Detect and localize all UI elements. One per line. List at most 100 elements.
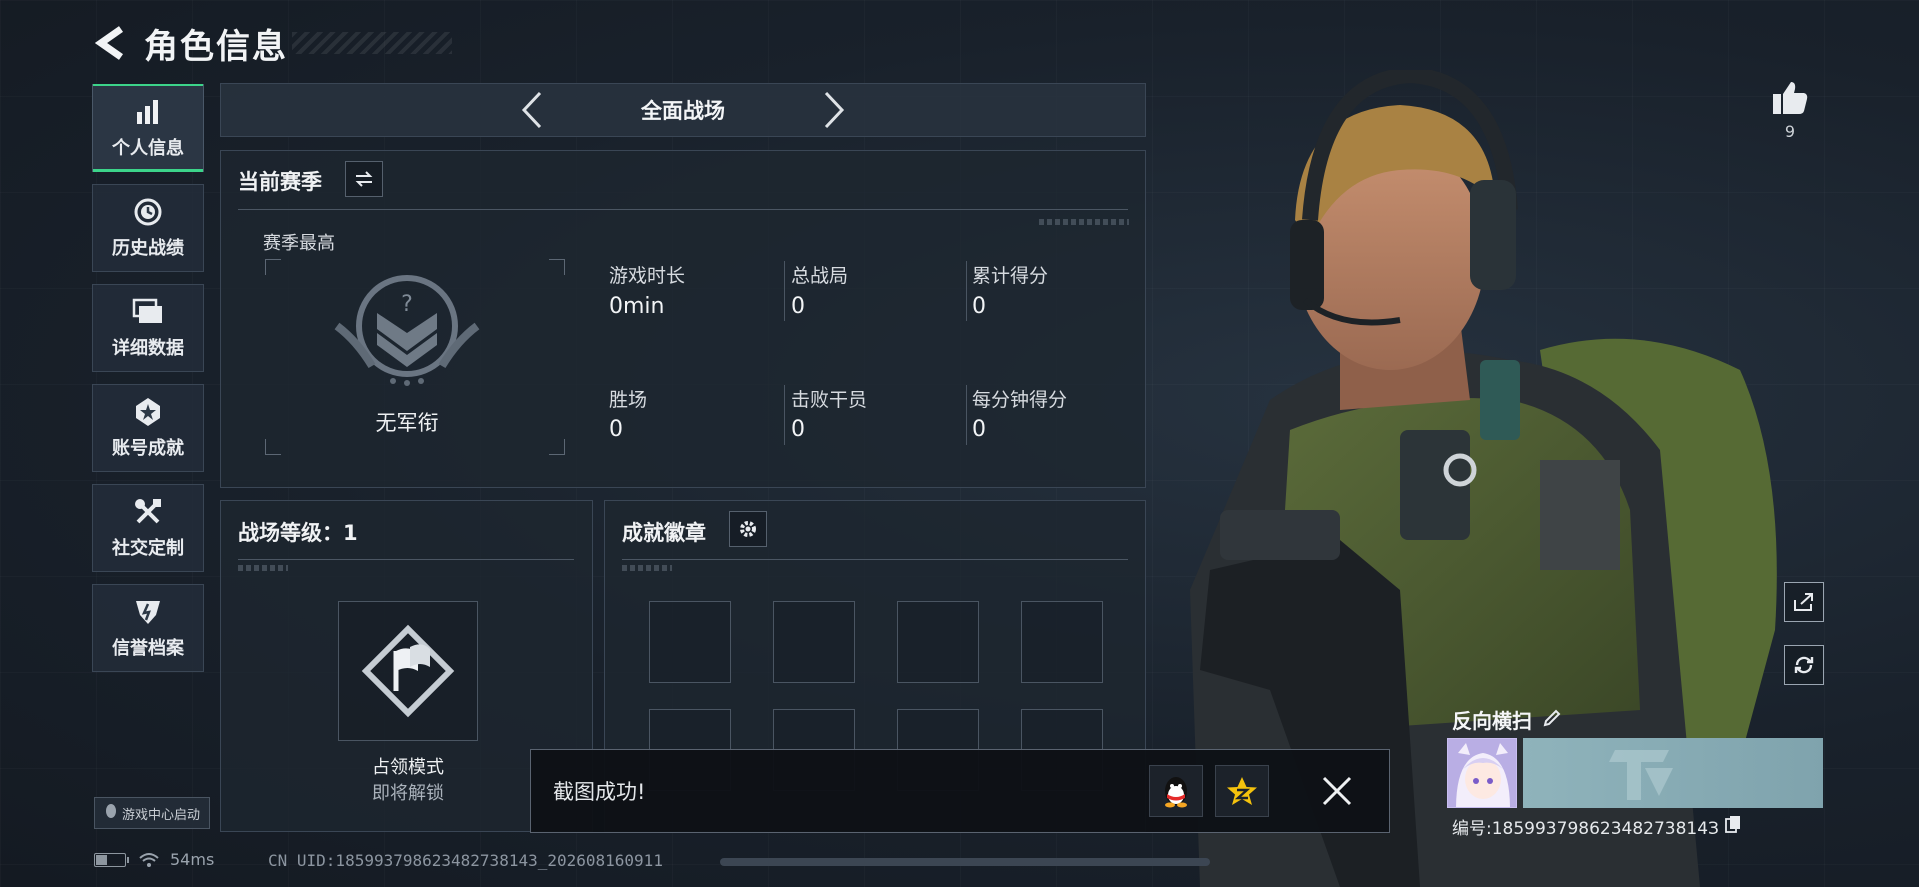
badge-slot[interactable]: [1021, 601, 1103, 683]
stat-separator: [966, 385, 967, 445]
stat-label: 击败干员: [791, 389, 868, 411]
clock-icon: [133, 196, 163, 228]
close-icon: [1322, 776, 1352, 806]
nav-item-social[interactable]: 社交定制: [92, 484, 204, 572]
qzone-star-icon: [1227, 777, 1257, 805]
refresh-button[interactable]: [1784, 645, 1824, 685]
page-title: 角色信息: [144, 26, 288, 67]
player-name-row: 反向横扫: [1452, 705, 1562, 734]
shield-icon: [133, 596, 163, 628]
player-id: 编号:18599379862348273814З: [1452, 819, 1719, 839]
player-name: 反向横扫: [1452, 709, 1532, 733]
share-qq-button[interactable]: [1149, 765, 1203, 817]
share-qzone-button[interactable]: [1215, 765, 1269, 817]
session-uid: CN UID:18599379862348273814З_20260816091…: [268, 851, 663, 870]
share-button[interactable]: [1784, 582, 1824, 622]
tick-decoration: [622, 565, 672, 571]
refresh-icon: [1794, 656, 1814, 674]
badge-slot[interactable]: [773, 601, 855, 683]
chevron-right-icon: [824, 91, 845, 129]
bar-chart-icon: [134, 96, 162, 128]
stat-separator: [784, 261, 785, 321]
badge-settings-button[interactable]: [729, 511, 767, 547]
mode-emblem-name: 占领模式: [372, 757, 444, 778]
tick-decoration: [238, 565, 288, 571]
nav-item-personal-info[interactable]: 个人信息: [92, 84, 204, 172]
page-header: 角色信息: [92, 18, 452, 68]
mode-emblem: [338, 601, 478, 741]
stat-value: 0: [609, 417, 623, 442]
nav-label: 社交定制: [112, 538, 184, 559]
copy-icon: [1725, 816, 1740, 833]
avatar[interactable]: [1447, 738, 1517, 808]
battlefield-level-title: 战场等级：1: [238, 521, 358, 545]
back-button[interactable]: [92, 21, 130, 65]
swap-icon: [355, 171, 373, 187]
ping-value: 54ms: [170, 850, 215, 869]
chevron-left-icon: [521, 91, 542, 129]
stat-value: 0: [791, 417, 805, 442]
qq-penguin-icon: [104, 803, 118, 823]
divider: [238, 559, 574, 560]
edit-name-button[interactable]: [1542, 708, 1562, 732]
mode-emblem-status: 即将解锁: [372, 783, 444, 804]
nav-item-achievements[interactable]: 账号成就: [92, 384, 204, 472]
stat-label: 每分钟得分: [972, 389, 1068, 411]
season-switch-button[interactable]: [345, 161, 383, 197]
close-toast-button[interactable]: [1307, 761, 1367, 821]
next-mode-button[interactable]: [819, 90, 849, 130]
nav-item-detailed-data[interactable]: 详细数据: [92, 284, 204, 372]
stat-label: 胜场: [609, 389, 648, 411]
stat-value: 0: [972, 294, 986, 319]
back-arrow-icon: [95, 26, 124, 60]
stat-separator: [966, 261, 967, 321]
status-bar: 54ms: [94, 850, 214, 869]
season-title: 当前赛季: [238, 170, 322, 194]
toast-message: 截图成功!: [553, 780, 646, 804]
wifi-icon: [139, 852, 159, 867]
tick-decoration: [1039, 219, 1129, 225]
game-center-badge[interactable]: 游戏中心启动: [94, 797, 210, 829]
title-decoration: [292, 32, 452, 54]
nav-label: 账号成就: [112, 438, 184, 459]
nav-label: 信誉档案: [112, 638, 184, 659]
badge-slot[interactable]: [897, 601, 979, 683]
nav-item-reputation[interactable]: 信誉档案: [92, 584, 204, 672]
frame-corner: [549, 439, 565, 455]
namecard-background: [1523, 738, 1823, 808]
thumbs-up-icon: [1773, 82, 1808, 114]
divider: [238, 209, 1128, 210]
nav-label: 个人信息: [112, 138, 184, 159]
rank-name: 无军衔: [375, 411, 439, 435]
stat-value: 0: [791, 294, 805, 319]
svg-text:?: ?: [401, 292, 413, 317]
share-icon: [1794, 593, 1813, 611]
prev-mode-button[interactable]: [517, 90, 547, 130]
pencil-icon: [1543, 709, 1561, 726]
sidebar-nav: 个人信息 历史战绩 详细数据 账号成就 社交定制 信誉档案: [92, 84, 204, 684]
frame-corner: [265, 259, 281, 275]
frame-corner: [265, 439, 281, 455]
anime-avatar-icon: [1448, 739, 1516, 807]
copy-id-button[interactable]: [1725, 815, 1741, 838]
namecard[interactable]: [1447, 738, 1823, 808]
nav-item-history[interactable]: 历史战绩: [92, 184, 204, 272]
season-best-label: 赛季最高: [263, 233, 335, 254]
like-button[interactable]: 9: [1766, 80, 1814, 141]
stat-label: 总战局: [791, 265, 849, 287]
stat-label: 累计得分: [972, 265, 1049, 287]
nav-label: 历史战绩: [112, 238, 184, 259]
season-panel: 当前赛季 赛季最高 ? 无军衔 游戏时长 0min 总战局 0 累计得分 0 胜…: [220, 150, 1146, 488]
frame-corner: [549, 259, 565, 275]
battery-fill: [96, 854, 107, 865]
horizontal-scrollbar[interactable]: [720, 858, 1210, 866]
nav-label: 详细数据: [112, 338, 184, 359]
stat-value: 0: [972, 417, 986, 442]
divider: [622, 559, 1128, 560]
stat-value: 0min: [609, 294, 665, 319]
badge-slot[interactable]: [649, 601, 731, 683]
medal-icon: [133, 396, 163, 428]
tools-icon: [133, 496, 163, 528]
mode-name: 全面战场: [641, 99, 725, 123]
qq-penguin-icon: [1165, 777, 1187, 808]
